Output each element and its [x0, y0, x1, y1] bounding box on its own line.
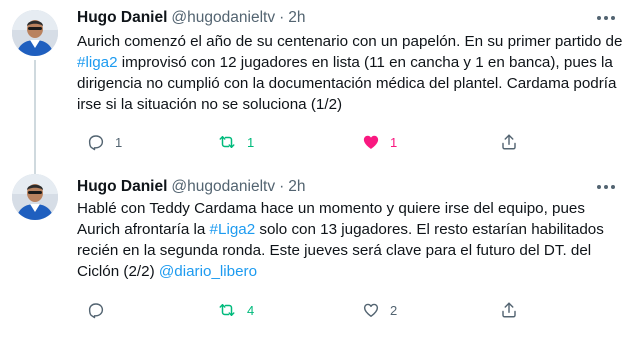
reply-icon: [88, 303, 104, 319]
like-count: 1: [390, 134, 398, 150]
like-count: 2: [390, 302, 398, 318]
tweet-header: Hugo Daniel @hugodanieltv · 2h: [77, 177, 306, 197]
retweet-icon: [219, 304, 235, 316]
more-icon: [597, 16, 615, 20]
avatar[interactable]: [12, 174, 58, 220]
share-button[interactable]: [500, 130, 518, 154]
reply-button[interactable]: [87, 298, 105, 322]
mention-link[interactable]: @diario_libero: [159, 263, 257, 280]
tweet[interactable]: Hugo Daniel @hugodanieltv · 2h Aurich co…: [0, 0, 640, 182]
retweet-button[interactable]: 1: [217, 130, 254, 154]
like-button[interactable]: 1: [362, 130, 397, 154]
hashtag-link[interactable]: #liga2: [77, 54, 118, 71]
reply-button[interactable]: 1: [87, 130, 122, 154]
more-icon: [597, 185, 615, 189]
tweet-actions: 4 2: [77, 298, 516, 322]
share-icon: [502, 134, 516, 150]
author-handle[interactable]: @hugodanieltv: [171, 9, 275, 27]
tweet[interactable]: Hugo Daniel @hugodanieltv · 2h Hablé con…: [0, 172, 640, 343]
avatar[interactable]: [12, 10, 58, 56]
separator: ·: [279, 178, 285, 195]
heart-icon: [363, 135, 379, 149]
reply-icon: [88, 135, 104, 151]
share-button[interactable]: [500, 298, 518, 322]
reply-count: 1: [115, 134, 123, 150]
more-button[interactable]: [592, 8, 620, 28]
separator: ·: [279, 9, 285, 26]
share-icon: [502, 302, 516, 318]
retweet-button[interactable]: 4: [217, 298, 254, 322]
timestamp[interactable]: 2h: [288, 178, 305, 196]
tweet-text: Aurich comenzó el año de su centenario c…: [77, 31, 625, 115]
thread-connector-line: [34, 60, 36, 182]
heart-icon: [363, 303, 379, 317]
retweet-icon: [219, 136, 235, 148]
author-name[interactable]: Hugo Daniel: [77, 178, 167, 196]
retweet-count: 1: [247, 134, 255, 150]
tweet-text-part: improvisó con 12 jugadores en lista (11 …: [77, 54, 621, 113]
like-button[interactable]: 2: [362, 298, 397, 322]
timestamp[interactable]: 2h: [288, 9, 305, 27]
author-name[interactable]: Hugo Daniel: [77, 9, 167, 27]
author-handle[interactable]: @hugodanieltv: [171, 178, 275, 196]
hashtag-link[interactable]: #Liga2: [210, 221, 256, 238]
tweet-text-part: Aurich comenzó el año de su centenario c…: [77, 33, 627, 50]
tweet-text: Hablé con Teddy Cardama hace un momento …: [77, 198, 625, 282]
more-button[interactable]: [592, 177, 620, 197]
retweet-count: 4: [247, 302, 255, 318]
tweet-header: Hugo Daniel @hugodanieltv · 2h: [77, 8, 306, 28]
tweet-actions: 1 1 1: [77, 130, 516, 154]
